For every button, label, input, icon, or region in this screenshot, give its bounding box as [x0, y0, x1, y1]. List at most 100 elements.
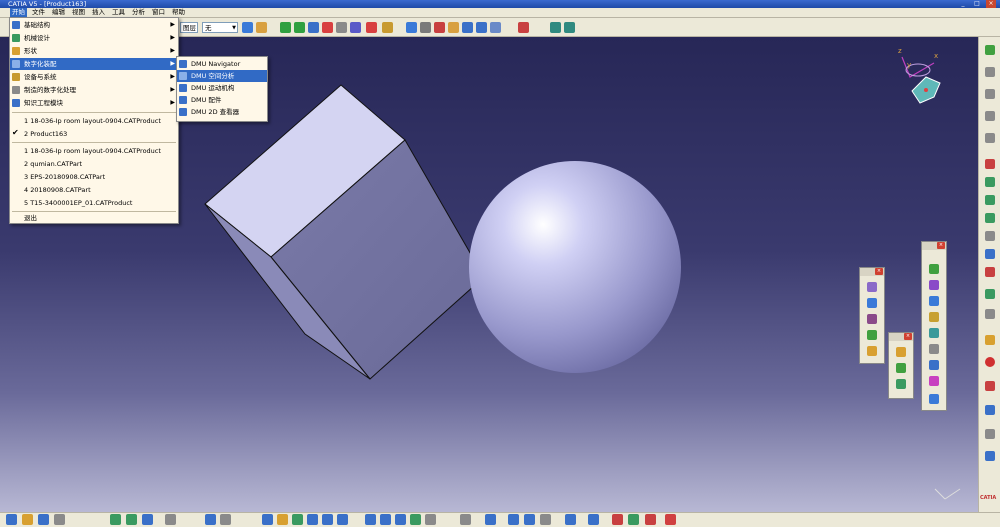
fix-icon[interactable]	[985, 405, 995, 415]
geometry-icon[interactable]	[524, 514, 535, 525]
menu-view[interactable]: 视图	[70, 8, 87, 17]
existing-component-icon[interactable]	[985, 231, 995, 241]
menu-file[interactable]: 文件	[30, 8, 47, 17]
close-button[interactable]: ×	[986, 0, 996, 8]
menu-start[interactable]: 开始	[10, 8, 27, 17]
compare-icon[interactable]	[867, 330, 877, 340]
menu-item-mechanical-design[interactable]: 机械设计 ▶	[10, 32, 178, 44]
settings-icon[interactable]	[628, 514, 639, 525]
snap-component-icon[interactable]	[985, 335, 995, 345]
layer-combo[interactable]: 图层	[180, 22, 198, 33]
save-icon[interactable]	[38, 514, 49, 525]
shuttle-icon[interactable]	[929, 312, 939, 322]
product-icon[interactable]	[406, 22, 417, 33]
menu-item-recent-file-5[interactable]: 5 T15-3400001EP_01.CATProduct	[10, 197, 178, 209]
close-icon[interactable]: ×	[937, 242, 945, 249]
submenu-item-dmu-space-analysis[interactable]: DMU 空间分析	[177, 70, 267, 82]
rotate-bottom-icon[interactable]	[307, 514, 318, 525]
select-icon[interactable]	[985, 45, 995, 55]
zoom-in-icon[interactable]	[308, 22, 319, 33]
paint-icon[interactable]	[242, 22, 253, 33]
layout-icon[interactable]	[485, 514, 496, 525]
check-icon[interactable]	[612, 514, 623, 525]
print-icon[interactable]	[54, 514, 65, 525]
close-icon[interactable]: ×	[904, 333, 912, 340]
scene-icon[interactable]	[518, 22, 529, 33]
close-icon[interactable]: ×	[875, 268, 883, 275]
track-icon[interactable]	[929, 296, 939, 306]
annotation-icon[interactable]	[896, 347, 906, 357]
spec-tree-icon[interactable]	[508, 514, 519, 525]
menu-item-exit[interactable]: 退出	[10, 213, 178, 223]
measure-between-icon[interactable]	[867, 346, 877, 356]
catalog-icon[interactable]	[205, 514, 216, 525]
menu-tools[interactable]: 工具	[110, 8, 127, 17]
apply-material-icon[interactable]	[985, 159, 995, 169]
update-icon[interactable]	[434, 22, 445, 33]
menu-analyze[interactable]: 分析	[130, 8, 147, 17]
measure-icon[interactable]	[322, 22, 333, 33]
submenu-item-dmu-fitting[interactable]: DMU 配件	[177, 94, 267, 106]
help-icon[interactable]	[142, 514, 153, 525]
floating-toolbar-2[interactable]: ×	[888, 332, 914, 399]
cut-icon[interactable]	[565, 514, 576, 525]
material-combo[interactable]: 无 ▼	[202, 22, 238, 33]
menu-item-recent-window-2[interactable]: ✔ 2 Product163	[10, 128, 178, 140]
table2-icon[interactable]	[476, 22, 487, 33]
menu-item-recent-file-1[interactable]: 1 18-036-Ip room layout-0904.CATProduct	[10, 145, 178, 157]
shading-icon[interactable]	[395, 514, 406, 525]
open-file-icon[interactable]	[22, 514, 33, 525]
brush-icon[interactable]	[256, 22, 267, 33]
front-view-icon[interactable]	[380, 514, 391, 525]
gear-icon[interactable]	[420, 22, 431, 33]
player-icon[interactable]	[929, 360, 939, 370]
menu-edit[interactable]: 编辑	[50, 8, 67, 17]
rotate-icon[interactable]	[294, 22, 305, 33]
hide-show-icon[interactable]	[410, 514, 421, 525]
menu-insert[interactable]: 插入	[90, 8, 107, 17]
menu-item-recent-file-4[interactable]: 4 20180908.CATPart	[10, 184, 178, 196]
reuse-pattern-icon[interactable]	[985, 451, 995, 461]
section-icon[interactable]	[867, 314, 877, 324]
normal-view-icon[interactable]	[985, 133, 995, 143]
new-file-icon[interactable]	[6, 514, 17, 525]
clash-icon[interactable]	[366, 22, 377, 33]
arrange-icon[interactable]	[350, 22, 361, 33]
maximize-button[interactable]: □	[972, 0, 982, 8]
lock-icon[interactable]	[448, 22, 459, 33]
redo-icon[interactable]	[126, 514, 137, 525]
menu-item-recent-file-3[interactable]: 3 EPS-20180908.CATPart	[10, 171, 178, 183]
menu-item-digital-manufacturing[interactable]: 制造的数字化处理 ▶	[10, 84, 178, 96]
menu-item-recent-window-1[interactable]: 1 18-036-Ip room layout-0904.CATProduct	[10, 115, 178, 127]
sequence-icon[interactable]	[929, 280, 939, 290]
fit-icon[interactable]	[985, 67, 995, 77]
minimize-button[interactable]: _	[958, 0, 968, 8]
lights-icon[interactable]	[540, 514, 551, 525]
iso-view-icon[interactable]	[365, 514, 376, 525]
graph-tree-icon[interactable]	[985, 267, 995, 277]
new-product-icon[interactable]	[985, 195, 995, 205]
simulation-icon[interactable]	[929, 328, 939, 338]
constraint-icon[interactable]	[985, 381, 995, 391]
zoom-out-bottom-icon[interactable]	[337, 514, 348, 525]
menu-item-digital-mockup[interactable]: 数字化装配 ▶	[10, 58, 178, 70]
menu-item-equipment-systems[interactable]: 设备与系统 ▶	[10, 71, 178, 83]
swept-volume-icon[interactable]	[929, 376, 939, 386]
explode-icon[interactable]	[985, 309, 995, 319]
table-icon[interactable]	[462, 22, 473, 33]
hide-icon[interactable]	[985, 89, 995, 99]
new-component-icon[interactable]	[985, 177, 995, 187]
animation-icon[interactable]	[645, 514, 656, 525]
manipulate-icon[interactable]	[985, 289, 995, 299]
clash-bottom-icon[interactable]	[665, 514, 676, 525]
mechanism-icon[interactable]	[929, 394, 939, 404]
view-front-icon[interactable]	[550, 22, 561, 33]
formula-icon[interactable]	[165, 514, 176, 525]
camera-icon[interactable]	[460, 514, 471, 525]
new-part-icon[interactable]	[985, 213, 995, 223]
replace-icon[interactable]	[985, 249, 995, 259]
submenu-item-dmu-navigator[interactable]: DMU Navigator	[177, 58, 267, 70]
view-iso-icon[interactable]	[564, 22, 575, 33]
floating-toolbar-3[interactable]: ×	[921, 241, 947, 411]
macro-icon[interactable]	[220, 514, 231, 525]
